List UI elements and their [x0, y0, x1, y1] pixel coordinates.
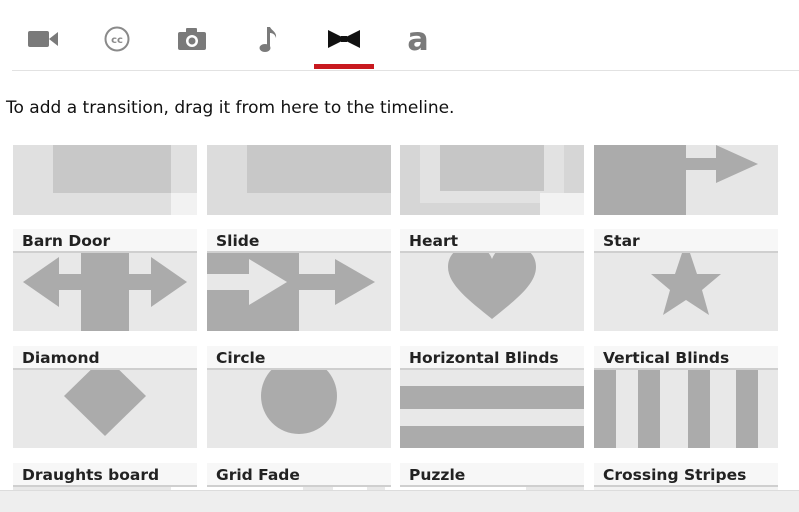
- transition-tile-row0-1[interactable]: [13, 145, 197, 215]
- transition-label: Star: [594, 229, 778, 253]
- transition-label: Slide: [207, 229, 391, 253]
- transition-tile-row0-4[interactable]: [594, 145, 778, 215]
- arrow-preview: [594, 145, 778, 215]
- transition-label: Grid Fade: [207, 463, 391, 487]
- bottom-bar: [0, 490, 799, 512]
- transition-label: Barn Door: [13, 229, 197, 253]
- transition-tile-row0-3[interactable]: [400, 145, 584, 215]
- transition-label: Vertical Blinds: [594, 346, 778, 370]
- transition-label: Circle: [207, 346, 391, 370]
- zoom-preview: [400, 145, 584, 215]
- transition-label: Horizontal Blinds: [400, 346, 584, 370]
- transition-label: Puzzle: [400, 463, 584, 487]
- fade-preview-2: [207, 145, 391, 215]
- transitions-grid: Barn Door Slide Heart Star Diamond Circl…: [0, 0, 799, 490]
- fade-preview: [13, 145, 197, 215]
- transition-label: Heart: [400, 229, 584, 253]
- transition-label: Draughts board: [13, 463, 197, 487]
- transition-tile-row0-2[interactable]: [207, 145, 391, 215]
- transition-label: Crossing Stripes: [594, 463, 778, 487]
- transition-label: Diamond: [13, 346, 197, 370]
